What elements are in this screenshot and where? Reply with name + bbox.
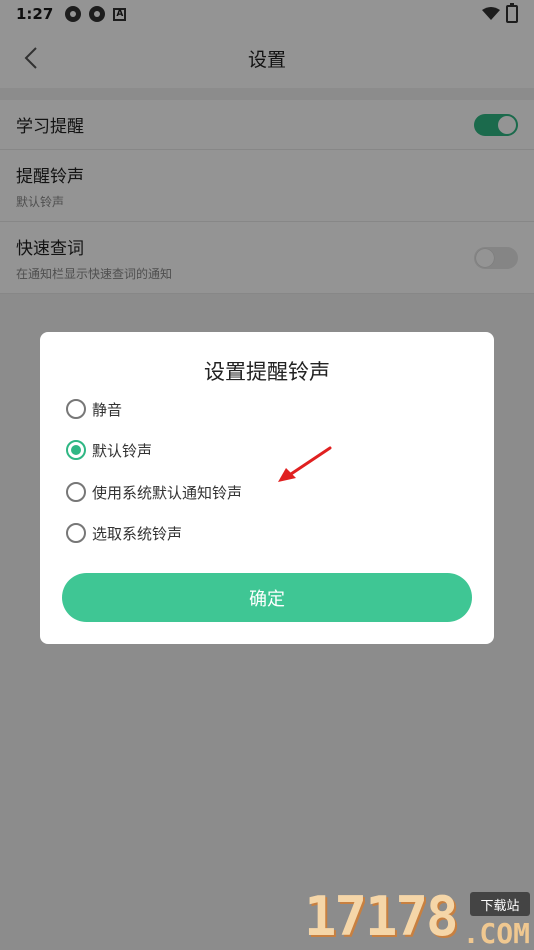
radio-button-checked[interactable] — [66, 440, 86, 460]
annotation-arrow-icon — [278, 446, 332, 482]
dialog-title: 设置提醒铃声 — [204, 360, 330, 384]
watermark-domain: .COM — [462, 917, 530, 950]
option-label: 选取系统铃声 — [92, 524, 183, 543]
option-label: 默认铃声 — [92, 441, 153, 460]
radio-button[interactable] — [66, 482, 86, 502]
ringtone-dialog: 设置提醒铃声 静音 默认铃声 使用系统默认通知铃声 选取系统铃声 确定 — [40, 332, 494, 644]
option-label: 使用系统默认通知铃声 — [92, 483, 243, 502]
watermark-digits: 17178 — [304, 885, 459, 948]
radio-button[interactable] — [66, 523, 86, 543]
confirm-button[interactable]: 确定 — [62, 573, 472, 622]
option-label: 静音 — [92, 400, 123, 419]
option-system-default-notification[interactable]: 使用系统默认通知铃声 — [66, 480, 242, 504]
watermark-tag: 下载站 — [470, 892, 530, 916]
screen: 1:27 A 设置 学习提醒 提醒铃声 默认铃声 快速查词 在通知栏显示快速查词… — [0, 0, 534, 950]
option-pick-system-ringtone[interactable]: 选取系统铃声 — [66, 521, 182, 545]
watermark-logo: 17178 下载站 .COM — [304, 885, 530, 950]
option-default-ringtone[interactable]: 默认铃声 — [66, 438, 152, 462]
option-silent[interactable]: 静音 — [66, 397, 122, 421]
radio-button[interactable] — [66, 399, 86, 419]
